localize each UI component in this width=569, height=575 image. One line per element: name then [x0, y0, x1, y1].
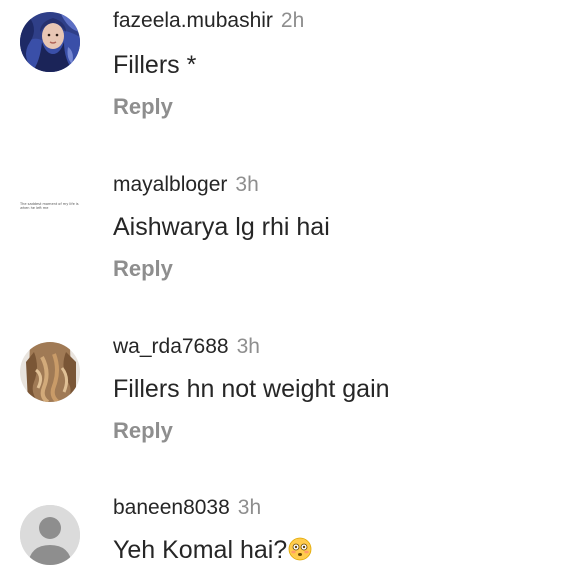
- reply-button[interactable]: Reply: [113, 256, 173, 282]
- timestamp: 3h: [235, 173, 259, 196]
- avatar[interactable]: The saddest moment of my life is when he…: [20, 174, 80, 234]
- hijab-portrait-avatar-icon: [20, 12, 80, 72]
- timestamp: 3h: [236, 335, 260, 358]
- comment-meta: baneen8038 3h: [113, 495, 261, 521]
- reply-button[interactable]: Reply: [113, 94, 173, 120]
- timestamp: 3h: [237, 496, 262, 519]
- username-link[interactable]: baneen8038: [113, 496, 230, 519]
- comment-meta: mayalbloger 3h: [113, 172, 259, 198]
- avatar[interactable]: [20, 12, 80, 72]
- reply-button[interactable]: Reply: [113, 418, 173, 444]
- tiny-text-avatar-icon: The saddest moment of my life is when he…: [20, 202, 79, 210]
- username-link[interactable]: fazeela.mubashir: [113, 9, 273, 32]
- comment-text-content: Yeh Komal hai?: [113, 536, 288, 564]
- comment-meta: wa_rda7688 3h: [113, 334, 260, 360]
- flushed-face-emoji-icon: [288, 537, 312, 561]
- wavy-hair-avatar-icon: [20, 342, 80, 402]
- comment-text: Fillers *: [113, 51, 197, 79]
- timestamp: 2h: [280, 9, 305, 32]
- comment-meta: fazeela.mubashir 2h: [113, 8, 304, 34]
- comment-text: Aishwarya lg rhi hai: [113, 213, 330, 241]
- username-link[interactable]: mayalbloger: [113, 173, 227, 196]
- comment-text: Yeh Komal hai?: [113, 535, 312, 565]
- default-profile-avatar-icon: [20, 505, 80, 565]
- avatar[interactable]: [20, 505, 80, 565]
- username-link[interactable]: wa_rda7688: [113, 335, 229, 358]
- comment-text: Fillers hn not weight gain: [113, 375, 390, 403]
- avatar[interactable]: [20, 342, 80, 402]
